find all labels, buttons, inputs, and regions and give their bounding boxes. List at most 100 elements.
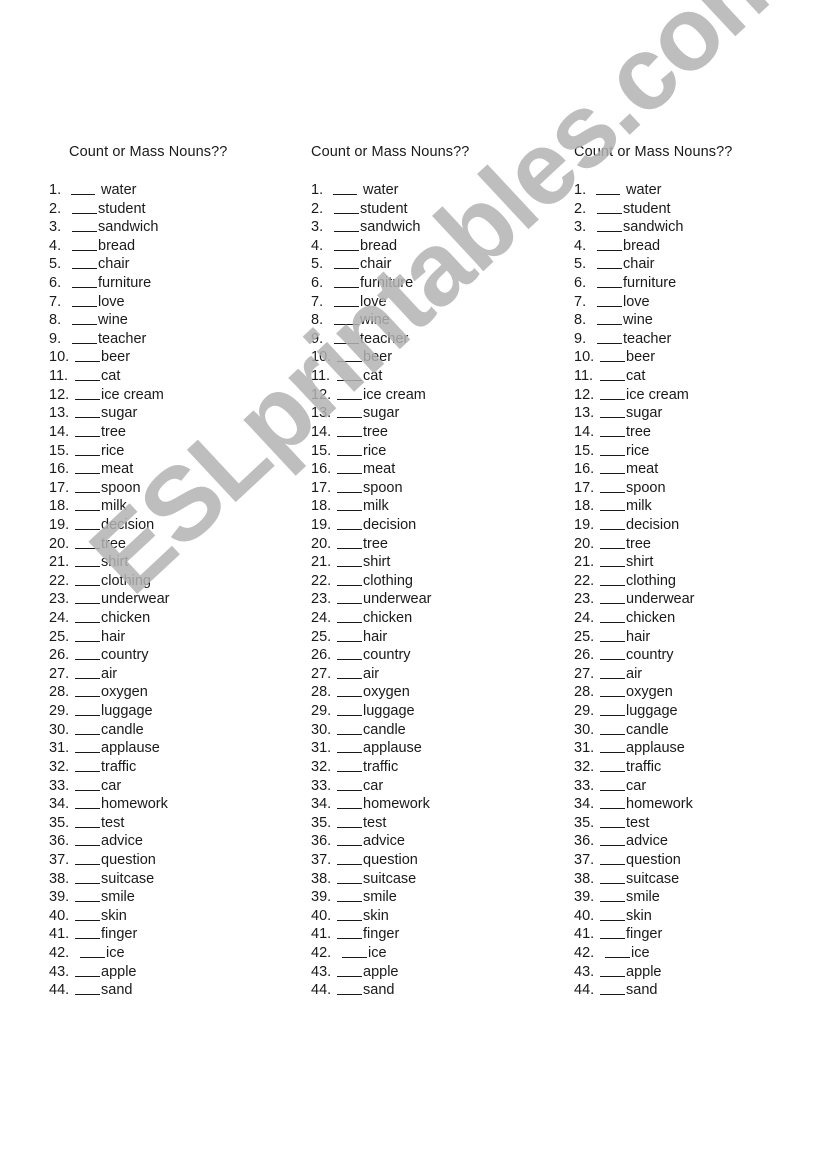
answer-blank[interactable]: [600, 443, 625, 456]
answer-blank[interactable]: [342, 945, 367, 958]
answer-blank[interactable]: [597, 238, 622, 251]
answer-blank[interactable]: [600, 926, 625, 940]
answer-blank[interactable]: [600, 982, 625, 996]
answer-blank[interactable]: [337, 405, 362, 419]
answer-blank[interactable]: [600, 833, 625, 847]
answer-blank[interactable]: [337, 908, 362, 921]
answer-blank[interactable]: [80, 945, 105, 958]
answer-blank[interactable]: [337, 349, 362, 363]
answer-blank[interactable]: [600, 498, 625, 512]
answer-blank[interactable]: [600, 666, 625, 679]
answer-blank[interactable]: [75, 647, 100, 661]
answer-blank[interactable]: [334, 275, 359, 289]
answer-blank[interactable]: [75, 871, 100, 884]
answer-blank[interactable]: [75, 461, 100, 475]
answer-blank[interactable]: [75, 982, 100, 996]
answer-blank[interactable]: [334, 238, 359, 251]
answer-blank[interactable]: [75, 889, 100, 903]
answer-blank[interactable]: [600, 740, 625, 754]
answer-blank[interactable]: [600, 517, 625, 530]
answer-blank[interactable]: [75, 591, 100, 605]
answer-blank[interactable]: [337, 647, 362, 661]
answer-blank[interactable]: [75, 759, 100, 772]
answer-blank[interactable]: [75, 796, 100, 810]
answer-blank[interactable]: [72, 201, 97, 214]
answer-blank[interactable]: [337, 610, 362, 624]
answer-blank[interactable]: [600, 964, 625, 977]
answer-blank[interactable]: [600, 554, 625, 568]
answer-blank[interactable]: [337, 852, 362, 865]
answer-blank[interactable]: [71, 182, 95, 195]
answer-blank[interactable]: [600, 368, 625, 382]
answer-blank[interactable]: [337, 461, 362, 475]
answer-blank[interactable]: [75, 926, 100, 940]
answer-blank[interactable]: [600, 815, 625, 828]
answer-blank[interactable]: [75, 722, 100, 735]
answer-blank[interactable]: [596, 182, 620, 195]
answer-blank[interactable]: [334, 201, 359, 214]
answer-blank[interactable]: [337, 722, 362, 735]
answer-blank[interactable]: [75, 368, 100, 382]
answer-blank[interactable]: [72, 275, 97, 289]
answer-blank[interactable]: [75, 833, 100, 847]
answer-blank[interactable]: [337, 740, 362, 754]
answer-blank[interactable]: [600, 722, 625, 735]
answer-blank[interactable]: [75, 405, 100, 419]
answer-blank[interactable]: [75, 740, 100, 754]
answer-blank[interactable]: [600, 349, 625, 363]
answer-blank[interactable]: [337, 387, 362, 400]
answer-blank[interactable]: [75, 629, 100, 642]
answer-blank[interactable]: [75, 573, 100, 586]
answer-blank[interactable]: [75, 852, 100, 865]
answer-blank[interactable]: [597, 331, 622, 344]
answer-blank[interactable]: [75, 908, 100, 921]
answer-blank[interactable]: [597, 256, 622, 270]
answer-blank[interactable]: [337, 591, 362, 605]
answer-blank[interactable]: [75, 778, 100, 791]
answer-blank[interactable]: [337, 796, 362, 810]
answer-blank[interactable]: [337, 517, 362, 530]
answer-blank[interactable]: [334, 294, 359, 307]
answer-blank[interactable]: [75, 684, 100, 698]
answer-blank[interactable]: [337, 778, 362, 791]
answer-blank[interactable]: [605, 945, 630, 958]
answer-blank[interactable]: [337, 871, 362, 884]
answer-blank[interactable]: [597, 294, 622, 307]
answer-blank[interactable]: [597, 275, 622, 289]
answer-blank[interactable]: [600, 405, 625, 419]
answer-blank[interactable]: [337, 498, 362, 512]
answer-blank[interactable]: [337, 629, 362, 642]
answer-blank[interactable]: [600, 684, 625, 698]
answer-blank[interactable]: [600, 889, 625, 903]
answer-blank[interactable]: [337, 666, 362, 679]
answer-blank[interactable]: [75, 666, 100, 679]
answer-blank[interactable]: [337, 815, 362, 828]
answer-blank[interactable]: [75, 554, 100, 568]
answer-blank[interactable]: [337, 424, 362, 437]
answer-blank[interactable]: [75, 443, 100, 456]
answer-blank[interactable]: [600, 778, 625, 791]
answer-blank[interactable]: [75, 815, 100, 828]
answer-blank[interactable]: [75, 536, 100, 549]
answer-blank[interactable]: [337, 833, 362, 847]
answer-blank[interactable]: [600, 480, 625, 493]
answer-blank[interactable]: [337, 554, 362, 568]
answer-blank[interactable]: [333, 182, 357, 195]
answer-blank[interactable]: [600, 610, 625, 624]
answer-blank[interactable]: [334, 256, 359, 270]
answer-blank[interactable]: [600, 796, 625, 810]
answer-blank[interactable]: [75, 517, 100, 530]
answer-blank[interactable]: [334, 219, 359, 233]
answer-blank[interactable]: [75, 964, 100, 977]
answer-blank[interactable]: [334, 312, 359, 326]
answer-blank[interactable]: [600, 629, 625, 642]
answer-blank[interactable]: [337, 443, 362, 456]
answer-blank[interactable]: [600, 759, 625, 772]
answer-blank[interactable]: [75, 498, 100, 512]
answer-blank[interactable]: [75, 610, 100, 624]
answer-blank[interactable]: [334, 331, 359, 344]
answer-blank[interactable]: [337, 759, 362, 772]
answer-blank[interactable]: [600, 852, 625, 865]
answer-blank[interactable]: [600, 871, 625, 884]
answer-blank[interactable]: [75, 480, 100, 493]
